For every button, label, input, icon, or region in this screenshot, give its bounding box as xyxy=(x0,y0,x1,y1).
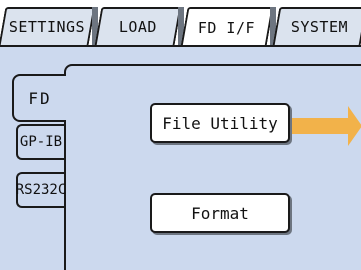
tab-load-label: LOAD xyxy=(118,18,157,36)
top-tab-bar: SETTINGS LOAD FD I/F SYSTEM xyxy=(0,0,361,47)
tab-settings[interactable]: SETTINGS xyxy=(0,7,96,45)
side-tab-gp-ib[interactable]: GP-IB xyxy=(16,124,64,160)
tab-system[interactable]: SYSTEM xyxy=(272,7,361,45)
tab-settings-label: SETTINGS xyxy=(8,18,85,36)
side-tab-fd[interactable]: FD xyxy=(12,74,66,122)
arrow-right-icon xyxy=(292,118,350,134)
side-tab-gp-ib-label: GP-IB xyxy=(19,134,63,150)
fd-interface-screen: SETTINGS LOAD FD I/F SYSTEM FD GP-IB RS2… xyxy=(0,0,361,270)
file-utility-button[interactable]: File Utility xyxy=(150,103,290,143)
tab-load[interactable]: LOAD xyxy=(94,7,182,45)
arrow-head-icon xyxy=(348,106,361,146)
tab-system-label: SYSTEM xyxy=(291,18,349,36)
format-button[interactable]: Format xyxy=(150,193,290,233)
file-utility-button-label: File Utility xyxy=(162,113,278,133)
content-area xyxy=(64,64,361,270)
side-tab-rs232c-label: RS232C xyxy=(15,182,67,198)
tab-fd-if-label: FD I/F xyxy=(198,19,256,37)
format-button-label: Format xyxy=(191,203,249,223)
side-tab-fd-label: FD xyxy=(28,88,52,108)
tab-fd-if[interactable]: FD I/F xyxy=(180,7,274,47)
side-tab-rs232c[interactable]: RS232C xyxy=(15,172,67,208)
